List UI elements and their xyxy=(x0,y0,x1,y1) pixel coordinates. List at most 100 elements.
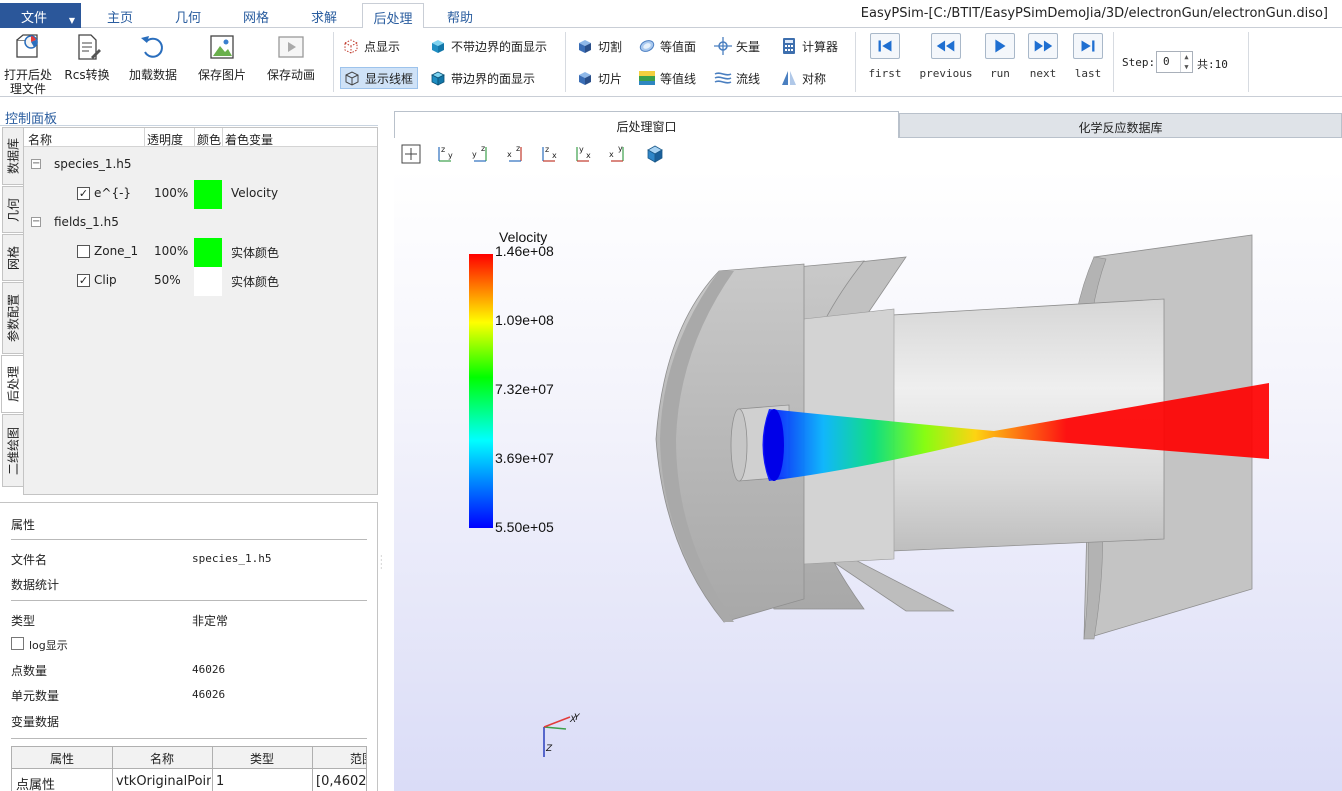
visibility-checkbox[interactable]: ✓ xyxy=(77,187,90,200)
vtab-params[interactable]: 参数配置 xyxy=(2,282,23,354)
tab-postprocess[interactable]: 后处理 xyxy=(362,3,424,29)
column-name[interactable]: 名称 xyxy=(112,750,212,767)
ribbon-separator xyxy=(855,32,856,92)
tab-home[interactable]: 主页 xyxy=(96,7,144,26)
file-menu[interactable]: 文件 ▼ xyxy=(0,3,81,28)
tree-item-electron[interactable]: ✓ e^{-} 100% Velocity xyxy=(24,179,377,209)
vtab-geometry[interactable]: 几何 xyxy=(2,186,23,233)
axis-label: z xyxy=(516,144,520,153)
last-frame-button[interactable]: last xyxy=(1069,33,1107,80)
surface-edge-button[interactable]: 带边界的面显示 xyxy=(427,67,539,89)
fit-view-icon[interactable] xyxy=(400,143,422,165)
file-menu-label: 文件 xyxy=(21,11,48,26)
surface-no-edge-button[interactable]: 不带边界的面显示 xyxy=(427,35,551,57)
tab-mesh[interactable]: 网格 xyxy=(232,7,280,26)
vtab-mesh[interactable]: 网格 xyxy=(2,234,23,281)
step-spinbox[interactable]: 0 ▲ ▼ xyxy=(1156,51,1193,73)
surface-edge-label: 带边界的面显示 xyxy=(451,71,536,86)
color-variable[interactable]: 实体颜色 xyxy=(231,244,279,261)
wireframe-display-button[interactable]: 显示线框 xyxy=(340,67,419,89)
open-postprocess-button[interactable]: 打开后处 理文件 xyxy=(2,32,54,96)
header-name[interactable]: 名称 xyxy=(28,131,52,148)
first-frame-button[interactable]: first xyxy=(866,33,904,80)
previous-frame-button[interactable]: previous xyxy=(918,33,974,80)
ribbon-separator xyxy=(1113,32,1114,92)
view-yx-icon[interactable]: y x xyxy=(572,143,594,165)
contour-button[interactable]: 等值线 xyxy=(636,67,700,89)
isosurface-button[interactable]: 等值面 xyxy=(636,35,700,57)
calculator-button[interactable]: 计算器 xyxy=(778,35,842,57)
tab-chemistry-database[interactable]: 化学反应数据库 xyxy=(899,113,1342,138)
save-image-label: 保存图片 xyxy=(197,68,246,82)
vtab-params-label: 参数配置 xyxy=(6,293,21,343)
3d-viewport[interactable]: X Y Z xyxy=(394,169,1342,791)
slice-label: 切片 xyxy=(598,71,623,86)
column-type[interactable]: 类型 xyxy=(212,750,312,767)
vtab-2d-plot[interactable]: 二维绘图 xyxy=(2,414,23,487)
tab-help[interactable]: 帮助 xyxy=(436,7,484,26)
vertical-splitter[interactable]: · · · · xyxy=(380,553,383,573)
object-tree: 名称 透明度 颜色 着色变量 − species_1.h5 ✓ e^{-} 10… xyxy=(23,127,378,495)
wireframe-display-label: 显示线框 xyxy=(365,71,414,86)
column-attribute[interactable]: 属性 xyxy=(12,750,112,767)
collapse-icon[interactable]: − xyxy=(31,159,41,169)
vector-button[interactable]: 矢量 xyxy=(712,35,764,57)
visibility-checkbox[interactable]: ✓ xyxy=(77,274,90,287)
color-variable[interactable]: Velocity xyxy=(231,186,278,200)
header-color-var[interactable]: 着色变量 xyxy=(225,131,273,148)
rcs-convert-button[interactable]: Rcs转换 xyxy=(62,32,112,82)
header-opacity[interactable]: 透明度 xyxy=(147,131,183,148)
reload-data-button[interactable]: 加载数据 xyxy=(126,32,180,82)
colorbar-label: 7.32e+07 xyxy=(495,381,554,397)
tab-solve[interactable]: 求解 xyxy=(300,7,348,26)
collapse-icon[interactable]: − xyxy=(31,217,41,227)
log-checkbox[interactable] xyxy=(11,637,24,650)
color-swatch[interactable] xyxy=(194,180,222,209)
header-color[interactable]: 颜色 xyxy=(197,131,221,148)
streamline-button[interactable]: 流线 xyxy=(712,67,764,89)
isosurface-label: 等值面 xyxy=(660,39,697,54)
solid-cube-icon xyxy=(432,40,444,53)
run-button[interactable]: run xyxy=(983,33,1017,80)
save-image-button[interactable]: 保存图片 xyxy=(196,32,248,82)
column-range[interactable]: 范围 xyxy=(312,750,366,767)
view-zy-icon[interactable]: z y xyxy=(434,143,456,165)
point-display-button[interactable]: 点显示 xyxy=(340,35,404,57)
color-swatch[interactable] xyxy=(194,238,222,267)
tab-postprocess-window[interactable]: 后处理窗口 xyxy=(394,111,899,138)
ribbon: 打开后处 理文件 Rcs转换 加载数据 保存图片 保存动画 点显示 显示线框 不… xyxy=(0,28,1342,97)
opacity-value[interactable]: 50% xyxy=(154,273,181,287)
view-xy-icon[interactable]: x y xyxy=(606,143,628,165)
opacity-value[interactable]: 100% xyxy=(154,244,188,258)
colorbar-label: 3.69e+07 xyxy=(495,450,554,466)
beam-origin xyxy=(764,409,784,481)
symmetry-button[interactable]: 对称 xyxy=(778,67,830,89)
view-iso-icon[interactable] xyxy=(644,143,666,165)
vtab-database[interactable]: 数据库 xyxy=(2,127,23,185)
vtab-postprocess[interactable]: 后处理 xyxy=(1,355,24,413)
tree-item-zone[interactable]: Zone_1 100% 实体颜色 xyxy=(24,237,377,267)
color-swatch[interactable] xyxy=(194,267,222,296)
spin-arrows-icon[interactable]: ▲ ▼ xyxy=(1180,52,1192,72)
tree-group-species[interactable]: − species_1.h5 xyxy=(24,150,377,179)
tab-geometry[interactable]: 几何 xyxy=(164,7,212,26)
tree-item-label: e^{-} xyxy=(94,186,132,200)
colorbar xyxy=(469,254,493,528)
variables-table: 属性 名称 类型 范围 点属性 vtkOriginalPoin 1 [0,460… xyxy=(11,746,367,791)
next-frame-button[interactable]: next xyxy=(1024,33,1062,80)
slice-cube-icon xyxy=(579,72,591,85)
opacity-value[interactable]: 100% xyxy=(154,186,188,200)
tree-item-clip[interactable]: ✓ Clip 50% 实体颜色 xyxy=(24,266,377,296)
color-variable[interactable]: 实体颜色 xyxy=(231,273,279,290)
save-animation-button[interactable]: 保存动画 xyxy=(264,32,318,82)
view-zx-icon[interactable]: z x xyxy=(538,143,560,165)
view-xz-icon[interactable]: x z xyxy=(504,143,526,165)
edged-cube-icon xyxy=(431,71,445,86)
vtab-geometry-label: 几何 xyxy=(6,197,21,222)
table-row[interactable]: 点属性 vtkOriginalPoin 1 [0,46025] xyxy=(12,770,366,791)
tree-group-fields[interactable]: − fields_1.h5 xyxy=(24,208,377,237)
cut-button[interactable]: 切割 xyxy=(574,35,626,57)
view-yz-icon[interactable]: y z xyxy=(469,143,491,165)
slice-button[interactable]: 切片 xyxy=(574,67,626,89)
visibility-checkbox[interactable] xyxy=(77,245,90,258)
